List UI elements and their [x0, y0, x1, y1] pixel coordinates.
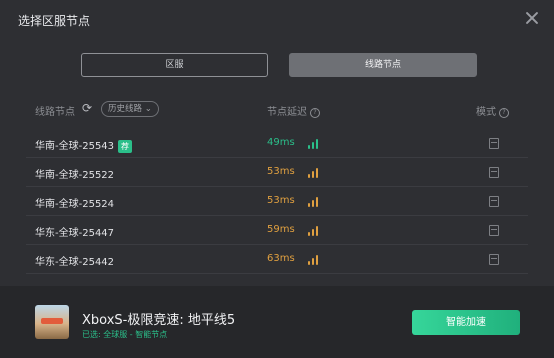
mode-column-label: 模式? [476, 103, 509, 118]
title-bar: 选择区服节点 [0, 0, 554, 38]
node-name: 华南-全球-25524 [35, 195, 114, 210]
game-cover-image [35, 305, 69, 339]
mode-icon[interactable] [489, 196, 499, 207]
node-row[interactable]: 华东-全球-25442 63ms [26, 245, 528, 274]
latency-value: 53ms [267, 195, 295, 206]
node-name-text: 华东-全球-25442 [35, 257, 115, 268]
node-row[interactable]: 华东-全球-25447 59ms [26, 216, 528, 245]
latency-value: 53ms [267, 166, 295, 177]
delay-column-label: 节点延迟? [267, 103, 320, 118]
node-select-dialog: 选择区服节点 区服 线路节点 线路节点 ⟳ 历史线路 ⌄ 节点延迟? 模式? 华… [0, 0, 554, 358]
list-header: 线路节点 ⟳ 历史线路 ⌄ 节点延迟? 模式? [0, 97, 554, 121]
node-column-label: 线路节点 [35, 107, 75, 118]
tab-node[interactable]: 线路节点 [289, 53, 477, 77]
footer: XboxS-极限竞速: 地平线5 已选: 全球服 - 智能节点 智能加速 [0, 286, 554, 358]
game-title: XboxS-极限竞速: 地平线5 [82, 313, 236, 328]
help-icon[interactable]: ? [499, 108, 509, 118]
signal-icon [308, 225, 320, 236]
signal-icon [308, 138, 320, 149]
signal-icon [308, 196, 320, 207]
node-list: 华南-全球-25543 荐 49ms 华南-全球-25522 53ms 华南-全球-255… [26, 129, 528, 274]
node-name-text: 华南-全球-25522 [35, 170, 115, 181]
node-name: 华东-全球-25442 [35, 253, 114, 268]
node-name: 华南-全球-25543 荐 [35, 137, 133, 153]
node-name: 华东-全球-25447 [35, 224, 114, 239]
tab-region[interactable]: 区服 [81, 53, 268, 77]
mode-icon[interactable] [489, 254, 499, 265]
node-row[interactable]: 华南-全球-25522 53ms [26, 158, 528, 187]
help-icon[interactable]: ? [310, 108, 320, 118]
node-name: 华南-全球-25522 [35, 166, 114, 181]
history-dropdown[interactable]: 历史线路 ⌄ [101, 101, 159, 117]
node-row[interactable]: 华南-全球-25543 荐 49ms [26, 129, 528, 158]
dialog-title: 选择区服节点 [18, 14, 91, 28]
mode-icon[interactable] [489, 138, 499, 149]
signal-icon [308, 167, 320, 178]
node-name-text: 华东-全球-25447 [35, 228, 115, 239]
node-row[interactable]: 华南-全球-25524 53ms [26, 187, 528, 216]
tab-bar: 区服 线路节点 [0, 53, 554, 77]
mode-icon[interactable] [489, 167, 499, 178]
delay-label-text: 节点延迟 [267, 107, 307, 118]
signal-icon [308, 254, 320, 265]
recommended-badge: 荐 [118, 140, 133, 153]
latency-value: 63ms [267, 253, 295, 264]
node-name-text: 华南-全球-25524 [35, 199, 115, 210]
mode-label-text: 模式 [476, 107, 496, 118]
mode-icon[interactable] [489, 225, 499, 236]
refresh-icon[interactable]: ⟳ [82, 102, 93, 114]
selected-node-text: 已选: 全球服 - 智能节点 [82, 330, 168, 339]
node-name-text: 华南-全球-25543 [35, 141, 115, 152]
latency-value: 49ms [267, 137, 295, 148]
latency-value: 59ms [267, 224, 295, 235]
accelerate-button[interactable]: 智能加速 [412, 310, 520, 335]
close-icon[interactable] [524, 10, 540, 26]
